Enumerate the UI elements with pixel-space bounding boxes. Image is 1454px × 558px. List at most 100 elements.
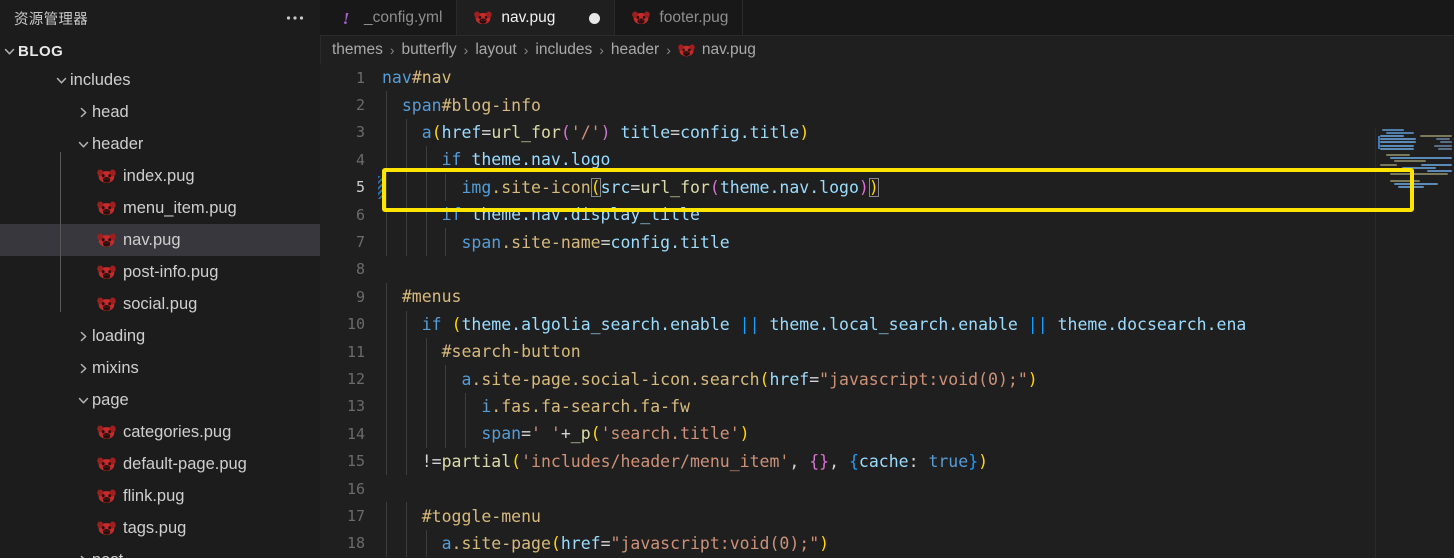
code-line[interactable]: 11 #search-button <box>320 338 1454 366</box>
code-line[interactable]: 13 i.fas.fa-search.fa-fw <box>320 392 1454 421</box>
code-line-text: if theme.nav.logo <box>378 150 611 169</box>
tree-item-post-info-pug[interactable]: post-info.pug <box>0 256 320 288</box>
minimap[interactable] <box>1376 128 1454 558</box>
code-token: _p <box>570 424 591 444</box>
tree-item-index-pug[interactable]: index.pug <box>0 160 320 192</box>
line-number: 3 <box>355 123 365 142</box>
minimap-segment <box>1380 163 1398 166</box>
minimap-line <box>1376 185 1454 188</box>
tree-item-mixins[interactable]: mixins <box>0 352 320 384</box>
unsaved-indicator-icon[interactable] <box>589 12 601 24</box>
editor-tabbar[interactable]: ! _config.yml nav.pug footer.pug <box>320 0 1454 36</box>
code-line[interactable]: 7 span.site-name=config.title <box>320 228 1454 256</box>
breadcrumb-item[interactable]: nav.pug <box>678 41 756 59</box>
file-tree[interactable]: BLOG includes head header index.pug menu_item… <box>0 36 320 558</box>
code-line[interactable]: 12 a.site-page.social-icon.search(href="… <box>320 365 1454 393</box>
chevron-right-icon[interactable] <box>74 551 92 558</box>
tree-item-menu-item-pug[interactable]: menu_item.pug <box>0 192 320 224</box>
code-line[interactable]: 15 !=partial('includes/header/menu_item'… <box>320 447 1454 475</box>
code-token: ' ' <box>531 424 561 444</box>
breadcrumb-item[interactable]: butterfly <box>402 41 457 59</box>
tree-item-social-pug[interactable]: social.pug <box>0 288 320 320</box>
code-line[interactable]: 9 #menus <box>320 283 1454 311</box>
tree-item-default-page-pug[interactable]: default-page.pug <box>0 448 320 480</box>
tree-item-page[interactable]: page <box>0 384 320 416</box>
code-token: "javascript:void(0);" <box>819 369 1028 389</box>
breadcrumb-item[interactable]: themes <box>332 41 383 59</box>
code-token: #nav <box>411 68 452 88</box>
code-editor[interactable]: 1 nav#nav 2 span#blog-info 3 a(href=url_for… <box>320 64 1454 558</box>
code-line[interactable]: 10 if (theme.algolia_search.enable || th… <box>320 310 1454 338</box>
chevron-down-icon[interactable] <box>74 391 92 409</box>
tree-item-tags-pug[interactable]: tags.pug <box>0 512 320 544</box>
line-number: 1 <box>355 68 365 87</box>
pug-file-icon <box>631 9 651 27</box>
editor-tab-footer-pug[interactable]: footer.pug <box>615 0 744 36</box>
chevron-right-icon[interactable] <box>74 103 92 121</box>
pug-file-icon <box>96 519 116 537</box>
code-line[interactable]: 17 #toggle-menu <box>320 502 1454 530</box>
tree-item-flink-pug[interactable]: flink.pug <box>0 480 320 512</box>
code-line[interactable]: 5 img.site-icon(src=url_for(theme.nav.lo… <box>320 173 1454 201</box>
code-line[interactable]: 1 nav#nav <box>320 64 1454 91</box>
code-token: true <box>928 451 969 471</box>
code-viewport: 1 nav#nav 2 span#blog-info 3 a(href=url_for… <box>320 64 1454 558</box>
pug-file-icon <box>96 199 116 217</box>
chevron-down-icon[interactable] <box>74 135 92 153</box>
tree-root-label: BLOG <box>18 42 64 60</box>
breadcrumb-separator: › <box>389 42 395 58</box>
minimap-segment <box>1390 179 1420 182</box>
tree-item-post[interactable]: post <box>0 544 320 558</box>
code-line[interactable]: 18 a.site-page(href="javascript:void(0);… <box>320 529 1454 558</box>
code-line[interactable]: 16 <box>320 475 1454 502</box>
pug-file-icon <box>96 231 116 249</box>
tree-item-label: social.pug <box>123 294 198 313</box>
tree-item-loading[interactable]: loading <box>0 320 320 352</box>
code-line-text: a(href=url_for('/') title=config.title) <box>378 122 810 142</box>
breadcrumb[interactable]: themes › butterfly › layout › includes › header ›… <box>320 36 1454 64</box>
code-token: nav <box>382 68 412 88</box>
code-token: if <box>441 150 462 170</box>
code-line[interactable]: 14 span=' '+_p('search.title') <box>320 420 1454 448</box>
code-line[interactable]: 8 <box>320 256 1454 283</box>
tree-root-blog[interactable]: BLOG <box>0 38 320 64</box>
chevron-down-icon[interactable] <box>52 71 70 89</box>
chevron-right-icon[interactable] <box>74 327 92 345</box>
code-token: .site-page.social-icon.search <box>471 369 760 389</box>
breadcrumb-item[interactable]: includes <box>535 41 592 59</box>
minimap-segment <box>1390 157 1452 160</box>
tree-item-nav-pug[interactable]: nav.pug <box>0 224 320 256</box>
code-token: = <box>600 232 611 252</box>
code-token: theme.nav.logo <box>471 150 611 170</box>
code-token: a <box>461 369 472 389</box>
code-line[interactable]: 4 if theme.nav.logo <box>320 146 1454 174</box>
code-line[interactable]: 3 a(href=url_for('/') title=config.title… <box>320 118 1454 147</box>
tree-item-label: loading <box>92 326 146 345</box>
editor-tab--config-yml[interactable]: ! _config.yml <box>320 0 458 36</box>
line-number: 15 <box>346 452 365 471</box>
minimap-segment <box>1436 138 1450 141</box>
chevron-right-icon[interactable] <box>74 359 92 377</box>
breadcrumb-separator: › <box>463 42 469 58</box>
code-line-text: span=' '+_p('search.title') <box>378 424 749 444</box>
tree-item-header[interactable]: header <box>0 128 320 160</box>
editor-tab-nav-pug[interactable]: nav.pug <box>457 0 616 36</box>
minimap-slider[interactable] <box>1378 136 1380 149</box>
code-line[interactable]: 2 span#blog-info <box>320 91 1454 119</box>
tree-item-categories-pug[interactable]: categories.pug <box>0 416 320 448</box>
code-token: 'includes/header/menu_item' <box>521 451 790 471</box>
breadcrumb-item[interactable]: layout <box>475 41 516 59</box>
code-line[interactable]: 6 if theme.nav.display_title <box>320 201 1454 229</box>
code-line-text: a.site-page(href="javascript:void(0);") <box>378 534 829 553</box>
pug-file-icon <box>96 263 116 281</box>
code-line-text: img.site-icon(src=url_for(theme.nav.logo… <box>378 177 879 197</box>
code-token: ) <box>978 451 989 471</box>
tree-item-includes[interactable]: includes <box>0 64 320 96</box>
pug-file-icon <box>96 455 116 473</box>
chevron-down-icon[interactable] <box>0 42 18 60</box>
more-actions-icon[interactable] <box>284 7 306 29</box>
breadcrumb-item[interactable]: header <box>611 41 659 59</box>
code-token: a <box>421 122 432 142</box>
code-line-text: !=partial('includes/header/menu_item', {… <box>378 452 988 471</box>
tree-item-head[interactable]: head <box>0 96 320 128</box>
